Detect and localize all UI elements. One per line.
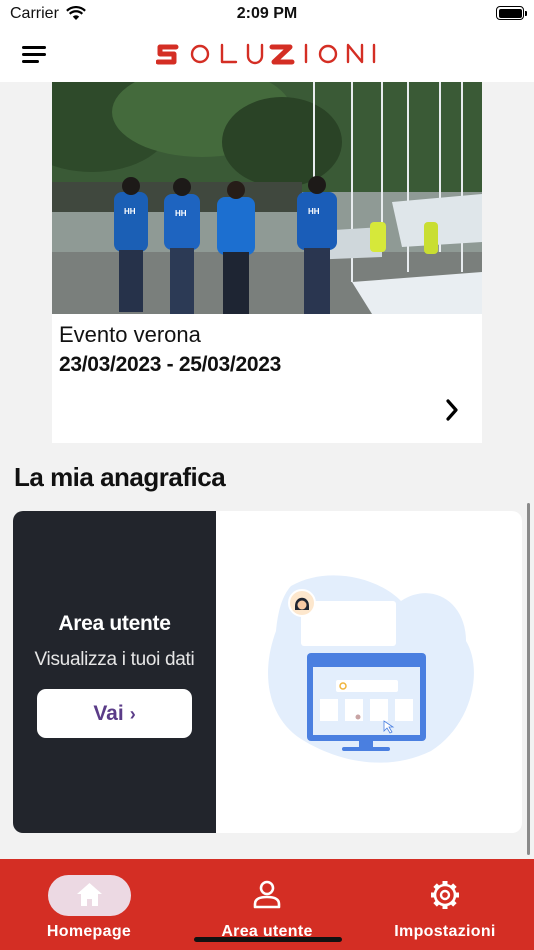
home-icon (77, 883, 102, 906)
app-header (0, 30, 534, 82)
menu-icon[interactable] (22, 44, 46, 64)
event-card[interactable]: HH HH HH Evento verona 23/03/2023 - 25/0… (52, 82, 482, 443)
tab-impostazioni[interactable]: Impostazioni (356, 859, 534, 950)
event-photo: HH HH HH (52, 82, 482, 314)
logo (156, 43, 376, 65)
profile-subtitle: Visualizza i tuoi dati (34, 649, 195, 670)
section-title: La mia anagrafica (14, 462, 226, 492)
profile-panel: Area utente Visualizza i tuoi dati Vai › (13, 511, 216, 833)
user-icon (253, 880, 281, 909)
status-time: 2:09 PM (236, 5, 298, 22)
chevron-right-icon: › (129, 704, 136, 724)
scrollbar[interactable] (527, 503, 530, 855)
battery-icon (496, 6, 527, 20)
vai-button[interactable]: Vai › (37, 689, 192, 738)
event-title: Evento verona (59, 322, 201, 347)
profile-heading: Area utente (58, 612, 171, 635)
svg-text:HH: HH (308, 207, 320, 216)
profile-card: Area utente Visualizza i tuoi dati Vai › (13, 511, 522, 833)
home-indicator (194, 937, 342, 942)
event-dates: 23/03/2023 - 25/03/2023 (59, 353, 281, 376)
chevron-right-icon[interactable] (444, 398, 460, 422)
tab-label: Impostazioni (394, 923, 496, 940)
svg-text:HH: HH (175, 209, 187, 218)
vai-button-label: Vai (93, 702, 124, 725)
user-area-illustration (268, 575, 474, 763)
gear-icon (431, 881, 459, 909)
tab-label: Homepage (46, 923, 132, 940)
tab-homepage[interactable]: Homepage (0, 859, 178, 950)
status-bar: Carrier 2:09 PM (0, 0, 534, 30)
svg-text:HH: HH (124, 207, 136, 216)
